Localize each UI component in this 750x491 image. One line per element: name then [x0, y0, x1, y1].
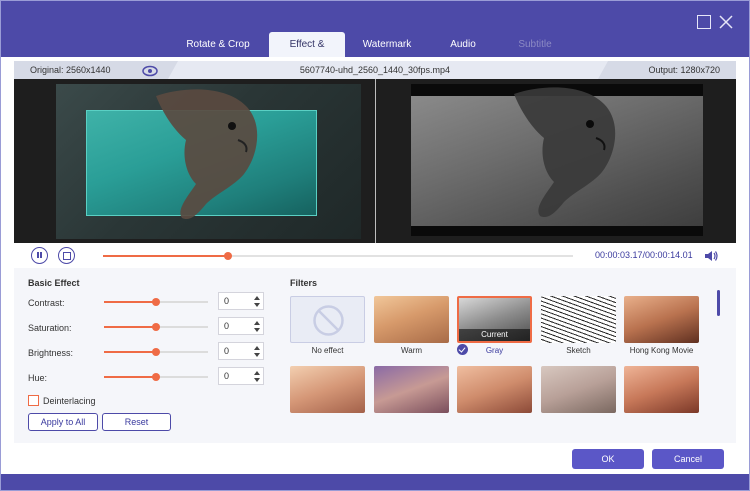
- stop-button[interactable]: [58, 247, 75, 264]
- filter-label: Hong Kong Movie: [629, 346, 694, 355]
- filter-item[interactable]: [541, 366, 616, 426]
- volume-icon[interactable]: [704, 249, 718, 261]
- brightness-slider-fill: [104, 351, 156, 353]
- saturation-increase-icon[interactable]: [254, 321, 260, 325]
- original-resolution-label: Original: 2560x1440: [30, 65, 111, 75]
- settings-panel: Basic Effect Contrast: 0 Saturation: 0 B…: [14, 268, 736, 443]
- seal-image-gray: [514, 87, 616, 218]
- title-bar: Rotate & Crop Effect & Filter Watermark …: [1, 1, 749, 75]
- filter-label: Warm: [400, 346, 423, 355]
- tab-effect-filter[interactable]: Effect & Filter: [269, 32, 345, 75]
- filter-no-effect[interactable]: No effect: [290, 296, 365, 356]
- current-badge: Current: [459, 329, 530, 341]
- brightness-stepper[interactable]: 0: [218, 342, 264, 360]
- pause-button[interactable]: [31, 247, 48, 264]
- filter-thumbnail[interactable]: [290, 366, 365, 413]
- saturation-label: Saturation:: [28, 323, 72, 333]
- brightness-increase-icon[interactable]: [254, 346, 260, 350]
- saturation-value: 0: [224, 321, 230, 331]
- progress-handle[interactable]: [223, 252, 232, 260]
- saturation-slider[interactable]: [104, 323, 208, 331]
- hue-slider-handle[interactable]: [152, 373, 160, 381]
- brightness-value: 0: [224, 346, 230, 356]
- contrast-slider-handle[interactable]: [152, 298, 160, 306]
- saturation-decrease-icon[interactable]: [254, 328, 260, 332]
- contrast-slider-fill: [104, 301, 156, 303]
- filter-warm[interactable]: Warm: [374, 296, 449, 356]
- deinterlacing-checkbox[interactable]: [28, 395, 39, 406]
- hue-stepper[interactable]: 0: [218, 367, 264, 385]
- filter-item[interactable]: [457, 366, 532, 426]
- tab-audio[interactable]: Audio: [429, 32, 497, 57]
- tab-subtitle[interactable]: Subtitle: [501, 32, 569, 57]
- close-icon[interactable]: [719, 15, 733, 29]
- contrast-label: Contrast:: [28, 298, 65, 308]
- contrast-increase-icon[interactable]: [254, 296, 260, 300]
- saturation-stepper[interactable]: 0: [218, 317, 264, 335]
- hue-decrease-icon[interactable]: [254, 378, 260, 382]
- reset-button[interactable]: Reset: [102, 413, 171, 431]
- filter-label: Sketch: [566, 346, 591, 355]
- effect-filter-dialog: Rotate & Crop Effect & Filter Watermark …: [0, 0, 750, 491]
- cancel-button[interactable]: Cancel: [652, 449, 724, 469]
- hue-increase-icon[interactable]: [254, 371, 260, 375]
- filters-title: Filters: [290, 278, 318, 288]
- output-preview: [411, 84, 703, 236]
- playback-controls: 00:00:03.17/00:00:14.01: [14, 243, 736, 268]
- hue-slider[interactable]: [104, 373, 208, 381]
- saturation-slider-handle[interactable]: [152, 323, 160, 331]
- filter-thumbnail[interactable]: [624, 366, 699, 413]
- filter-thumbnail[interactable]: [457, 366, 532, 413]
- preview-area: [14, 79, 736, 243]
- contrast-slider[interactable]: [104, 298, 208, 306]
- apply-to-all-button[interactable]: Apply to All: [28, 413, 98, 431]
- maximize-icon[interactable]: [697, 15, 711, 29]
- hue-label: Hue:: [28, 373, 48, 383]
- brightness-slider[interactable]: [104, 348, 208, 356]
- filters-scrollbar[interactable]: [717, 290, 720, 316]
- brightness-slider-handle[interactable]: [152, 348, 160, 356]
- hue-value: 0: [224, 371, 230, 381]
- filter-thumbnail[interactable]: [374, 296, 449, 343]
- tab-rotate-crop[interactable]: Rotate & Crop: [171, 32, 265, 57]
- filter-label: Gray: [485, 346, 504, 355]
- brightness-label: Brightness:: [28, 348, 74, 358]
- contrast-stepper[interactable]: 0: [218, 292, 264, 310]
- filter-thumbnail[interactable]: [541, 366, 616, 413]
- filter-item[interactable]: [290, 366, 365, 426]
- deinterlacing-label: Deinterlacing: [43, 396, 96, 406]
- ok-button[interactable]: OK: [572, 449, 644, 469]
- timecode: 00:00:03.17/00:00:14.01: [595, 250, 693, 260]
- contrast-value: 0: [224, 296, 230, 306]
- filter-thumbnail[interactable]: [374, 366, 449, 413]
- filter-label: No effect: [311, 346, 344, 355]
- contrast-decrease-icon[interactable]: [254, 303, 260, 307]
- filter-thumbnail[interactable]: [624, 296, 699, 343]
- filter-sketch[interactable]: Sketch: [541, 296, 616, 356]
- filter-thumbnail[interactable]: [290, 296, 365, 343]
- seal-image: [156, 89, 258, 220]
- preview-divider: [375, 79, 376, 243]
- filter-thumbnail[interactable]: [541, 296, 616, 343]
- info-bar: 5607740-uhd_2560_1440_30fps.mp4 Original…: [14, 61, 736, 79]
- output-resolution: Output: 1280x720: [598, 61, 736, 79]
- filter-item[interactable]: [624, 366, 699, 426]
- progress-bar[interactable]: [103, 252, 573, 260]
- filter-item[interactable]: [374, 366, 449, 426]
- eye-icon[interactable]: [142, 64, 158, 77]
- basic-effect-title: Basic Effect: [28, 278, 80, 288]
- tab-bar: Rotate & Crop Effect & Filter Watermark …: [171, 32, 573, 75]
- bottom-bar: [1, 474, 749, 490]
- saturation-slider-fill: [104, 326, 156, 328]
- tab-watermark[interactable]: Watermark: [349, 32, 425, 57]
- filter-gray[interactable]: Current Gray: [457, 296, 532, 356]
- brightness-decrease-icon[interactable]: [254, 353, 260, 357]
- hue-slider-fill: [104, 376, 156, 378]
- filter-thumbnail[interactable]: Current: [457, 296, 532, 343]
- original-preview: [56, 84, 361, 239]
- filter-hong-kong-movie[interactable]: Hong Kong Movie: [624, 296, 699, 356]
- no-effect-icon: [313, 305, 344, 336]
- progress-fill: [103, 255, 228, 257]
